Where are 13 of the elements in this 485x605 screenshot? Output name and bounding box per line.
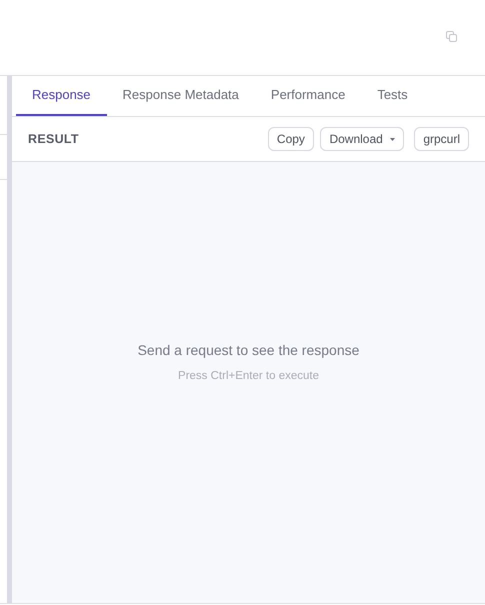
grpcurl-button[interactable]: grpcurl	[414, 127, 469, 151]
result-heading: RESULT	[28, 130, 79, 148]
copy-icon[interactable]	[446, 31, 457, 42]
response-tab[interactable]: Tests	[361, 76, 424, 116]
download-dropdown[interactable]: Download	[320, 127, 404, 151]
caret-icon	[390, 138, 395, 140]
response-tab[interactable]: Performance	[254, 76, 362, 116]
empty-message: Send a request to see the response	[138, 341, 360, 360]
copy-button[interactable]: Copy	[268, 127, 314, 151]
response-tab[interactable]: Response	[16, 76, 107, 116]
shortcut-hint: Press Ctrl+Enter to execute	[178, 368, 319, 384]
panel-splitter[interactable]	[7, 76, 12, 603]
response-tab[interactable]: Response Metadata	[106, 76, 255, 116]
